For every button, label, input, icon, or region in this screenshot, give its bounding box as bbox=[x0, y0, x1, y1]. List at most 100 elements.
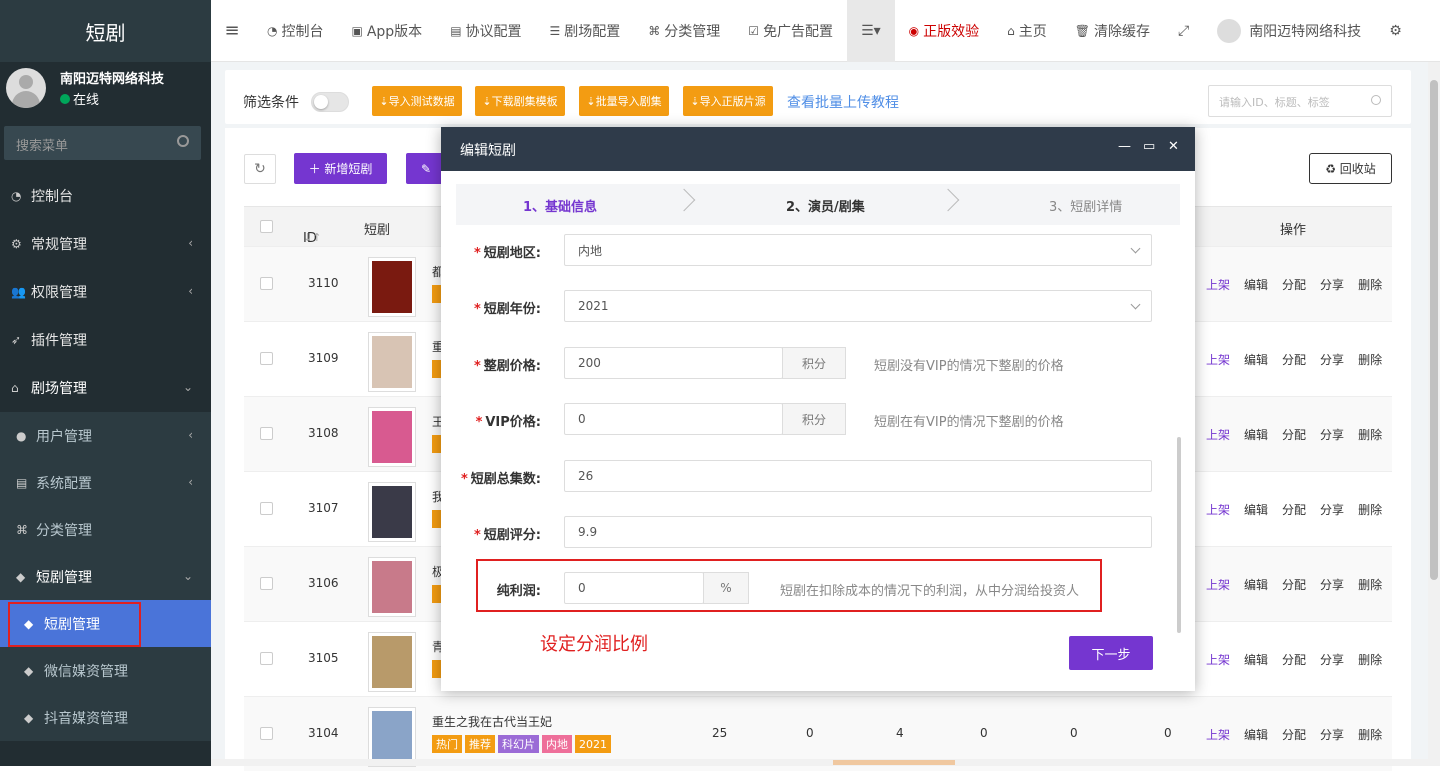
import-licensed-button[interactable]: ⇣ 导入正版片源 bbox=[683, 86, 773, 116]
row-checkbox[interactable] bbox=[260, 727, 273, 740]
sidebar-item-dashboard[interactable]: ◔ 控制台 bbox=[0, 172, 211, 220]
menu-search-input[interactable]: 搜索菜单 bbox=[4, 126, 201, 160]
add-drama-button[interactable]: ＋ 新增短剧 bbox=[294, 153, 387, 184]
edit-button[interactable]: 编辑 bbox=[1244, 726, 1268, 743]
search-icon[interactable] bbox=[177, 135, 189, 147]
share-button[interactable]: 分享 bbox=[1320, 726, 1344, 743]
app-brand[interactable]: 短剧 bbox=[0, 0, 211, 62]
sidebar-item-douyin-media[interactable]: ◆ 抖音媒资管理 bbox=[0, 694, 211, 741]
assign-button[interactable]: 分配 bbox=[1282, 501, 1306, 518]
delete-button[interactable]: 删除 bbox=[1358, 651, 1382, 668]
sidebar-item-users[interactable]: ● 用户管理 ‹ bbox=[0, 412, 211, 459]
edit-button[interactable]: ✎ bbox=[406, 153, 446, 184]
step-details[interactable]: 3、短剧详情 bbox=[1049, 196, 1122, 215]
delete-button[interactable]: 删除 bbox=[1358, 276, 1382, 293]
vip-price-input[interactable]: 0 bbox=[564, 403, 783, 435]
year-select[interactable]: 2021 bbox=[564, 290, 1152, 322]
download-template-button[interactable]: ⇣ 下载剧集模板 bbox=[475, 86, 565, 116]
publish-button[interactable]: 上架 bbox=[1206, 651, 1230, 668]
share-button[interactable]: 分享 bbox=[1320, 426, 1344, 443]
publish-button[interactable]: 上架 bbox=[1206, 276, 1230, 293]
menu-toggle-button[interactable]: ≡ bbox=[211, 0, 253, 62]
search-icon[interactable] bbox=[1371, 95, 1381, 105]
delete-button[interactable]: 删除 bbox=[1358, 501, 1382, 518]
scrollbar-thumb[interactable] bbox=[833, 760, 955, 765]
select-all-checkbox[interactable] bbox=[260, 220, 273, 233]
step-actors-episodes[interactable]: 2、演员/剧集 bbox=[786, 196, 865, 215]
sidebar-item-category[interactable]: ⌘ 分类管理 bbox=[0, 506, 211, 553]
publish-button[interactable]: 上架 bbox=[1206, 426, 1230, 443]
row-checkbox[interactable] bbox=[260, 652, 273, 665]
delete-button[interactable]: 删除 bbox=[1358, 726, 1382, 743]
nav-protocol[interactable]: ▤ 协议配置 bbox=[436, 0, 535, 62]
edit-button[interactable]: 编辑 bbox=[1244, 276, 1268, 293]
assign-button[interactable]: 分配 bbox=[1282, 276, 1306, 293]
step-basic-info[interactable]: 1、基础信息 bbox=[523, 196, 597, 215]
filter-toggle[interactable] bbox=[311, 92, 349, 112]
share-button[interactable]: 分享 bbox=[1320, 651, 1344, 668]
table-search-input[interactable]: 请输入ID、标题、标签 bbox=[1208, 85, 1392, 117]
import-test-data-button[interactable]: ⇣ 导入测试数据 bbox=[372, 86, 462, 116]
sidebar-item-sysconfig[interactable]: ▤ 系统配置 ‹ bbox=[0, 459, 211, 506]
share-button[interactable]: 分享 bbox=[1320, 276, 1344, 293]
row-title[interactable]: 重生之我在古代当王妃 bbox=[432, 713, 552, 730]
dialog-scrollbar[interactable] bbox=[1177, 437, 1181, 633]
nav-ad-free[interactable]: ☑ 免广告配置 bbox=[734, 0, 847, 62]
scrollbar-thumb[interactable] bbox=[1430, 80, 1438, 580]
row-checkbox[interactable] bbox=[260, 427, 273, 440]
minimize-icon[interactable]: — bbox=[1118, 139, 1131, 154]
share-button[interactable]: 分享 bbox=[1320, 351, 1344, 368]
row-checkbox[interactable] bbox=[260, 352, 273, 365]
delete-button[interactable]: 删除 bbox=[1358, 576, 1382, 593]
price-input[interactable]: 200 bbox=[564, 347, 783, 379]
assign-button[interactable]: 分配 bbox=[1282, 576, 1306, 593]
nav-home[interactable]: ⌂ 主页 bbox=[993, 0, 1061, 62]
row-checkbox[interactable] bbox=[260, 577, 273, 590]
maximize-icon[interactable]: ▭ bbox=[1143, 139, 1155, 154]
edit-button[interactable]: 编辑 bbox=[1244, 651, 1268, 668]
sidebar-item-general[interactable]: ⚙ 常规管理 ‹ bbox=[0, 220, 211, 268]
page-scrollbar[interactable] bbox=[1428, 62, 1440, 766]
nav-trial[interactable]: ◉ 正版效验 bbox=[895, 0, 993, 62]
assign-button[interactable]: 分配 bbox=[1282, 351, 1306, 368]
delete-button[interactable]: 删除 bbox=[1358, 351, 1382, 368]
assign-button[interactable]: 分配 bbox=[1282, 651, 1306, 668]
nav-clear-cache[interactable]: 🗑 清除缓存 bbox=[1061, 0, 1164, 62]
nav-more-dropdown[interactable]: ☰▾ bbox=[847, 0, 895, 62]
publish-button[interactable]: 上架 bbox=[1206, 726, 1230, 743]
recycle-bin-button[interactable]: ♻ 回收站 bbox=[1309, 153, 1392, 184]
row-checkbox[interactable] bbox=[260, 277, 273, 290]
delete-button[interactable]: 删除 bbox=[1358, 426, 1382, 443]
nav-app-version[interactable]: ▣ App版本 bbox=[337, 0, 436, 62]
horizontal-scrollbar[interactable] bbox=[211, 759, 1440, 766]
share-button[interactable]: 分享 bbox=[1320, 501, 1344, 518]
row-checkbox[interactable] bbox=[260, 502, 273, 515]
fullscreen-button[interactable]: ⤢ bbox=[1164, 0, 1203, 62]
nav-category[interactable]: ⌘ 分类管理 bbox=[634, 0, 734, 62]
episodes-input[interactable]: 26 bbox=[564, 460, 1152, 492]
next-step-button[interactable]: 下一步 bbox=[1069, 636, 1153, 670]
region-select[interactable]: 内地 bbox=[564, 234, 1152, 266]
refresh-button[interactable]: ↻ bbox=[244, 154, 276, 184]
publish-button[interactable]: 上架 bbox=[1206, 351, 1230, 368]
assign-button[interactable]: 分配 bbox=[1282, 726, 1306, 743]
nav-dashboard[interactable]: ◔ 控制台 bbox=[253, 0, 337, 62]
publish-button[interactable]: 上架 bbox=[1206, 501, 1230, 518]
sidebar-item-drama-group[interactable]: ◆ 短剧管理 ⌄ bbox=[0, 553, 211, 600]
nav-theater-config[interactable]: ☰ 剧场配置 bbox=[536, 0, 635, 62]
edit-button[interactable]: 编辑 bbox=[1244, 501, 1268, 518]
score-input[interactable]: 9.9 bbox=[564, 516, 1152, 548]
sidebar-item-auth[interactable]: 👥 权限管理 ‹ bbox=[0, 268, 211, 316]
account-menu[interactable]: 南阳迈特网络科技 bbox=[1203, 0, 1375, 62]
tutorial-link[interactable]: 查看批量上传教程 bbox=[787, 92, 899, 112]
close-icon[interactable]: ✕ bbox=[1168, 139, 1179, 154]
edit-button[interactable]: 编辑 bbox=[1244, 576, 1268, 593]
publish-button[interactable]: 上架 bbox=[1206, 576, 1230, 593]
share-button[interactable]: 分享 bbox=[1320, 576, 1344, 593]
edit-button[interactable]: 编辑 bbox=[1244, 426, 1268, 443]
edit-button[interactable]: 编辑 bbox=[1244, 351, 1268, 368]
sidebar-item-plugins[interactable]: ➶ 插件管理 bbox=[0, 316, 211, 364]
batch-import-button[interactable]: ⇣ 批量导入剧集 bbox=[579, 86, 669, 116]
settings-button[interactable]: ⚙ bbox=[1375, 0, 1416, 62]
sidebar-item-wechat-media[interactable]: ◆ 微信媒资管理 bbox=[0, 647, 211, 694]
